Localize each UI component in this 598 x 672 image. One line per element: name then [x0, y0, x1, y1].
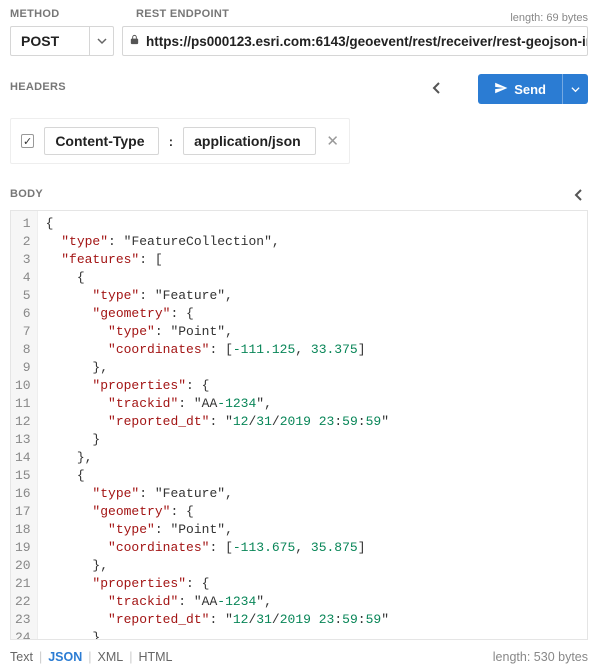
headers-label: HEADERS	[10, 81, 66, 93]
send-icon	[494, 81, 508, 98]
header-key-input[interactable]: Content-Type	[44, 127, 158, 155]
headers-collapse-icon[interactable]	[432, 81, 442, 97]
url-length: length: 69 bytes	[510, 12, 588, 24]
method-dropdown-icon[interactable]	[89, 27, 113, 55]
tab-json[interactable]: JSON	[48, 650, 82, 664]
header-sep: :	[169, 134, 173, 149]
tab-text[interactable]: Text	[10, 650, 33, 664]
send-button[interactable]: Send	[478, 74, 588, 104]
method-label: METHOD	[10, 8, 120, 20]
tab-html[interactable]: HTML	[138, 650, 172, 664]
header-remove-icon[interactable]: ✕	[326, 132, 339, 150]
url-input[interactable]: https://ps000123.esri.com:6143/geoevent/…	[122, 26, 588, 56]
body-editor[interactable]: 1234567891011121314151617181920212223242…	[10, 210, 588, 640]
send-label: Send	[514, 82, 546, 97]
endpoint-label: REST ENDPOINT	[136, 8, 229, 20]
header-enable-checkbox[interactable]: ✓	[21, 134, 34, 148]
send-split-icon[interactable]	[562, 74, 588, 104]
method-select[interactable]: POST	[10, 26, 114, 56]
method-value: POST	[11, 33, 89, 49]
url-text: https://ps000123.esri.com:6143/geoevent/…	[146, 34, 588, 49]
body-collapse-icon[interactable]	[574, 188, 584, 204]
body-label: BODY	[10, 188, 43, 200]
code-area[interactable]: { "type": "FeatureCollection", "features…	[38, 211, 587, 639]
tab-xml[interactable]: XML	[97, 650, 123, 664]
lock-icon	[129, 34, 140, 48]
header-value-input[interactable]: application/json	[183, 127, 316, 155]
body-format-tabs: Text | JSON | XML | HTML	[10, 650, 172, 664]
line-gutter: 1234567891011121314151617181920212223242…	[11, 211, 38, 639]
body-length: length: 530 bytes	[493, 650, 588, 664]
header-row: ✓ Content-Type : application/json ✕	[10, 118, 350, 164]
